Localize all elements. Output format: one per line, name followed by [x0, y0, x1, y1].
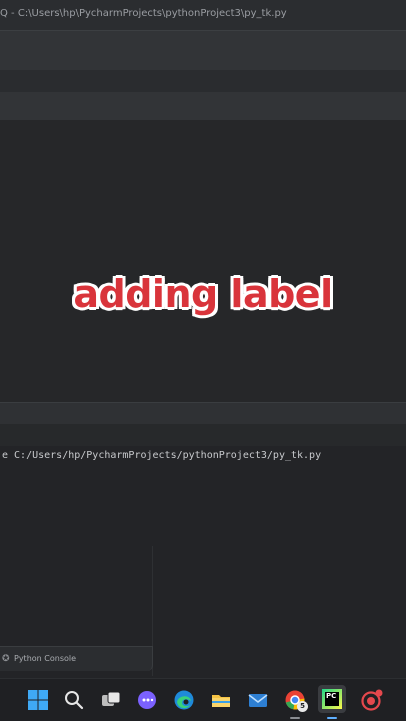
windows-start-icon[interactable]: [27, 689, 49, 711]
task-view-icon[interactable]: [100, 689, 122, 711]
editor-tabs-bar: [0, 92, 406, 121]
chrome-active-indicator: [290, 717, 300, 719]
file-explorer-icon[interactable]: [210, 689, 232, 711]
video-caption: adding label: [73, 272, 333, 316]
console-command-line: e C:/Users/hp/PycharmProjects/pythonProj…: [2, 450, 322, 461]
toolbar-separator: [0, 70, 406, 92]
editor-area[interactable]: [0, 120, 406, 402]
python-console-icon: ✪: [2, 654, 10, 664]
edge-browser-icon[interactable]: [173, 689, 195, 711]
python-console-tab[interactable]: ✪ Python Console: [0, 646, 153, 671]
pycharm-active-indicator: [327, 717, 337, 719]
record-app-icon[interactable]: [360, 689, 383, 711]
mail-icon[interactable]: [247, 689, 269, 711]
chrome-badge: 5: [297, 701, 308, 712]
run-tool-window-header: [0, 402, 406, 425]
pycharm-icon[interactable]: PC: [318, 685, 346, 713]
windows-taskbar: 5 PC: [0, 678, 406, 721]
pycharm-label: PC: [326, 692, 337, 700]
window-title: Q - C:\Users\hp\PycharmProjects\pythonPr…: [0, 8, 287, 19]
run-tool-toolbar: [0, 424, 406, 446]
teams-chat-icon[interactable]: [136, 689, 158, 711]
main-toolbar: [0, 30, 406, 71]
search-icon[interactable]: [63, 689, 85, 711]
chrome-icon[interactable]: 5: [284, 689, 308, 712]
window-titlebar: Q - C:\Users\hp\PycharmProjects\pythonPr…: [0, 0, 406, 30]
python-console-label: Python Console: [14, 654, 77, 663]
run-console[interactable]: e C:/Users/hp/PycharmProjects/pythonProj…: [0, 446, 406, 678]
